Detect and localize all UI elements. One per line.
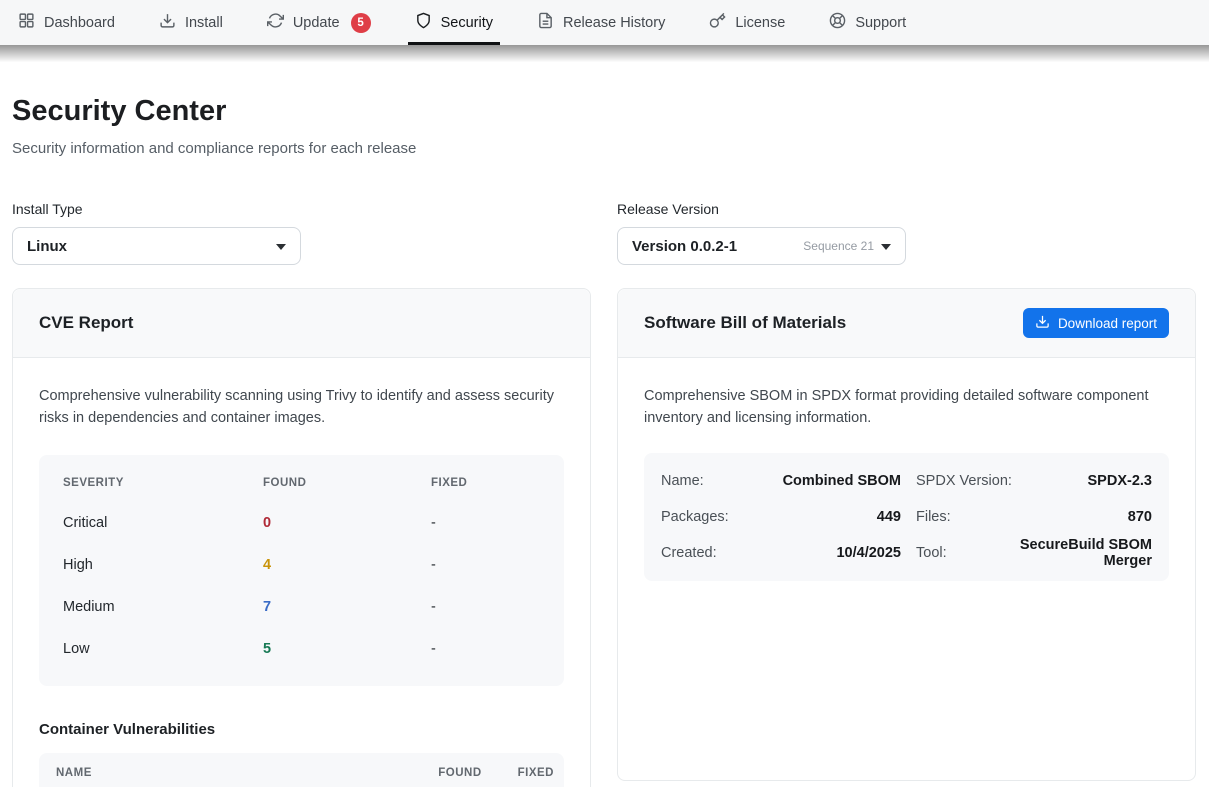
nav-item-update[interactable]: Update 5 — [267, 0, 371, 45]
key-icon — [709, 12, 726, 33]
found-count: 0 — [263, 515, 431, 531]
info-label: Files: — [901, 509, 1013, 525]
report-cards: CVE Report Comprehensive vulnerability s… — [12, 288, 1197, 787]
table-row: Name: Combined SBOM SPDX Version: SPDX-2… — [661, 463, 1152, 499]
life-buoy-icon — [829, 12, 846, 33]
info-value: 870 — [1013, 509, 1152, 525]
sbom-card-title: Software Bill of Materials — [644, 313, 846, 333]
main-content: Security Center Security information and… — [0, 62, 1209, 787]
shield-icon — [415, 12, 432, 33]
table-row: Medium 7 - — [63, 599, 540, 615]
col-found: Found — [438, 767, 481, 779]
container-table-header: Name Found Fixed — [39, 753, 564, 787]
sbom-card-header: Software Bill of Materials Download repo… — [618, 289, 1195, 358]
download-icon — [159, 12, 176, 33]
nav-label: Update — [293, 15, 340, 31]
page-title: Security Center — [12, 95, 1197, 128]
sbom-description: Comprehensive SBOM in SPDX format provid… — [644, 386, 1169, 429]
install-type-filter: Install Type Linux — [12, 201, 301, 265]
download-icon — [1035, 314, 1050, 332]
filters-row: Install Type Linux Release Version Versi… — [12, 201, 1197, 265]
download-report-button[interactable]: Download report — [1023, 308, 1169, 338]
fixed-count: - — [431, 557, 540, 573]
nav-item-release-history[interactable]: Release History — [537, 0, 665, 45]
nav-item-dashboard[interactable]: Dashboard — [18, 0, 115, 45]
fixed-count: - — [431, 641, 540, 657]
col-fixed: Fixed — [431, 477, 540, 489]
info-value: SecureBuild SBOM Merger — [1013, 537, 1152, 569]
file-text-icon — [537, 12, 554, 33]
release-version-filter: Release Version Version 0.0.2-1 Sequence… — [617, 201, 906, 265]
table-row: Packages: 449 Files: 870 — [661, 499, 1152, 535]
top-navigation: Dashboard Install Update 5 Security Rele… — [0, 0, 1209, 45]
release-version-value: Version 0.0.2-1 — [632, 238, 737, 255]
install-type-label: Install Type — [12, 201, 301, 217]
nav-label: Dashboard — [44, 15, 115, 31]
cve-card-body: Comprehensive vulnerability scanning usi… — [13, 358, 590, 787]
chevron-down-icon — [276, 237, 286, 255]
release-version-select[interactable]: Version 0.0.2-1 Sequence 21 — [617, 227, 906, 265]
container-vulnerabilities-title: Container Vulnerabilities — [39, 721, 564, 738]
release-version-label: Release Version — [617, 201, 906, 217]
nav-item-license[interactable]: License — [709, 0, 785, 45]
cve-card-title: CVE Report — [39, 313, 133, 333]
nav-label: Release History — [563, 15, 665, 31]
fixed-count: - — [431, 599, 540, 615]
found-count: 5 — [263, 641, 431, 657]
info-value: 449 — [769, 509, 901, 525]
install-type-select[interactable]: Linux — [12, 227, 301, 265]
col-found: Found — [263, 477, 431, 489]
info-label: Name: — [661, 473, 769, 489]
info-label: SPDX Version: — [901, 473, 1013, 489]
severity-name: Critical — [63, 515, 263, 531]
container-vulnerabilities-section: Container Vulnerabilities Name Found Fix… — [39, 721, 564, 787]
nav-item-security[interactable]: Security — [415, 0, 493, 45]
nav-item-support[interactable]: Support — [829, 0, 906, 45]
nav-item-install[interactable]: Install — [159, 0, 223, 45]
info-label: Created: — [661, 545, 769, 561]
table-row: Critical 0 - — [63, 515, 540, 531]
found-count: 4 — [263, 557, 431, 573]
update-count-badge: 5 — [351, 13, 371, 33]
severity-name: Medium — [63, 599, 263, 615]
severity-name: Low — [63, 641, 263, 657]
info-value: 10/4/2025 — [769, 545, 901, 561]
cve-report-card: CVE Report Comprehensive vulnerability s… — [12, 288, 591, 787]
sbom-card: Software Bill of Materials Download repo… — [617, 288, 1196, 781]
col-severity: Severity — [63, 477, 263, 489]
info-label: Tool: — [901, 545, 1013, 561]
chevron-down-icon — [881, 237, 891, 255]
col-fixed: Fixed — [518, 767, 554, 779]
cve-card-header: CVE Report — [13, 289, 590, 358]
info-value: Combined SBOM — [769, 473, 901, 489]
severity-table-header: Severity Found Fixed — [63, 477, 540, 489]
sbom-card-body: Comprehensive SBOM in SPDX format provid… — [618, 358, 1195, 607]
cve-description: Comprehensive vulnerability scanning usi… — [39, 386, 564, 429]
found-count: 7 — [263, 599, 431, 615]
table-row: Low 5 - — [63, 641, 540, 657]
nav-label: Support — [855, 15, 906, 31]
table-row: Created: 10/4/2025 Tool: SecureBuild SBO… — [661, 535, 1152, 571]
table-row: High 4 - — [63, 557, 540, 573]
download-report-label: Download report — [1058, 316, 1157, 331]
info-value: SPDX-2.3 — [1013, 473, 1152, 489]
nav-label: License — [735, 15, 785, 31]
grid-icon — [18, 12, 35, 33]
nav-label: Install — [185, 15, 223, 31]
col-name: Name — [56, 767, 92, 779]
header-shadow-divider — [0, 45, 1209, 62]
sbom-info-panel: Name: Combined SBOM SPDX Version: SPDX-2… — [644, 453, 1169, 581]
page-subtitle: Security information and compliance repo… — [12, 140, 1197, 157]
severity-name: High — [63, 557, 263, 573]
install-type-value: Linux — [27, 238, 67, 255]
sequence-hint: Sequence 21 — [803, 239, 874, 253]
nav-label: Security — [441, 15, 493, 31]
info-label: Packages: — [661, 509, 769, 525]
severity-table: Severity Found Fixed Critical 0 - High 4… — [39, 455, 564, 686]
fixed-count: - — [431, 515, 540, 531]
refresh-icon — [267, 12, 284, 33]
